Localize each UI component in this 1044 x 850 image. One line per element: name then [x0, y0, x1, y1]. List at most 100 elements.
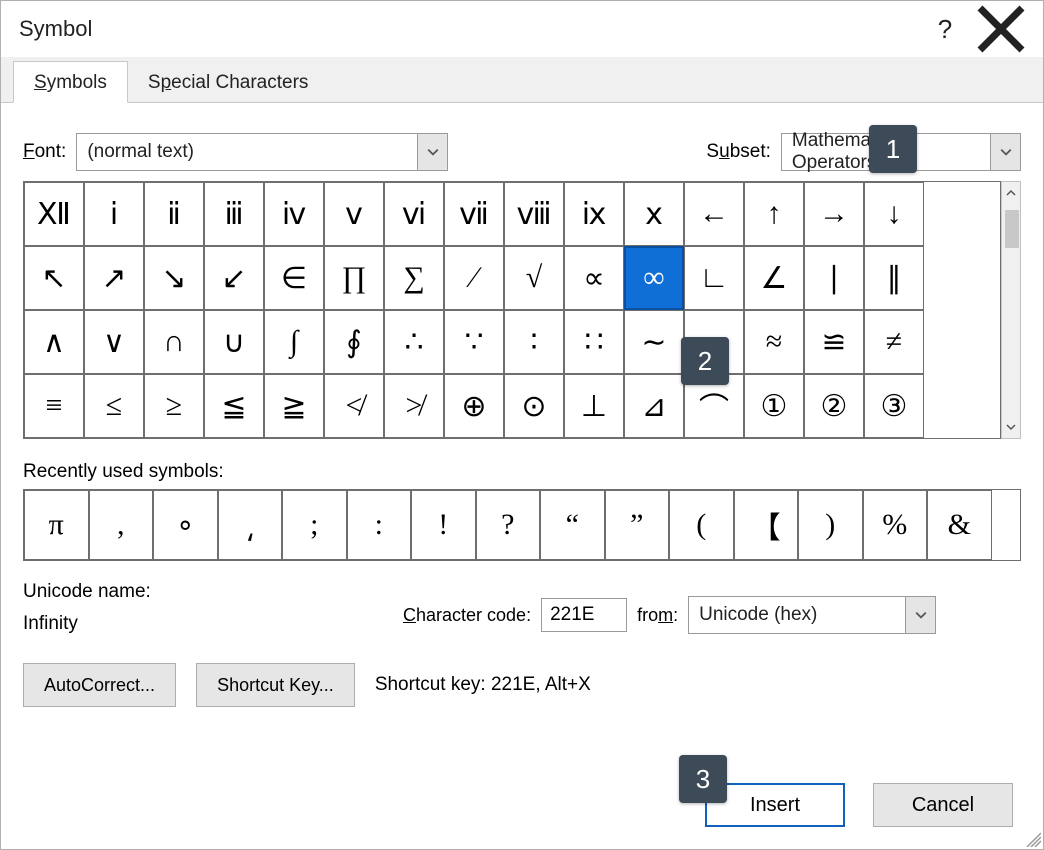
symbol-cell[interactable]: ≦ — [204, 374, 264, 438]
dialog-title: Symbol — [19, 16, 917, 42]
resize-grip[interactable] — [1023, 829, 1041, 847]
font-combo[interactable]: (normal text) — [76, 133, 448, 171]
symbol-cell[interactable]: ↘ — [144, 246, 204, 310]
recent-symbol-cell[interactable]: ( — [669, 490, 734, 560]
cancel-button[interactable]: Cancel — [873, 783, 1013, 827]
symbol-cell[interactable]: ⅴ — [324, 182, 384, 246]
symbol-cell[interactable]: √ — [504, 246, 564, 310]
symbol-cell[interactable]: ⅸ — [564, 182, 624, 246]
symbol-cell[interactable]: ≥ — [144, 374, 204, 438]
symbol-cell[interactable]: ⅳ — [264, 182, 324, 246]
font-dropdown-button[interactable] — [417, 134, 447, 170]
symbol-cell[interactable]: ∝ — [564, 246, 624, 310]
shortcut-key-text: Shortcut key: 221E, Alt+X — [375, 674, 591, 696]
scroll-up-button[interactable] — [1002, 182, 1020, 204]
symbol-cell[interactable]: ⅱ — [144, 182, 204, 246]
symbol-cell[interactable]: ↙ — [204, 246, 264, 310]
symbol-cell[interactable]: ∏ — [324, 246, 384, 310]
symbol-cell[interactable]: ∟ — [684, 246, 744, 310]
symbol-cell[interactable]: ≤ — [84, 374, 144, 438]
symbol-cell[interactable]: ⊿ — [624, 374, 684, 438]
symbol-cell[interactable]: ⅲ — [204, 182, 264, 246]
symbol-cell[interactable]: ↓ — [864, 182, 924, 246]
symbol-cell[interactable]: ⊕ — [444, 374, 504, 438]
symbol-cell[interactable]: ⅵ — [384, 182, 444, 246]
symbol-cell[interactable]: ⅷ — [504, 182, 564, 246]
autocorrect-button[interactable]: AutoCorrect... — [23, 663, 176, 707]
symbol-cell[interactable]: ∼ — [624, 310, 684, 374]
symbol-cell[interactable]: ≯ — [384, 374, 444, 438]
symbol-cell[interactable]: ≧ — [264, 374, 324, 438]
unicode-name-value: Infinity — [23, 613, 403, 635]
subset-dropdown-button[interactable] — [990, 134, 1020, 170]
symbol-cell[interactable]: ∮ — [324, 310, 384, 374]
symbol-cell[interactable]: ∴ — [384, 310, 444, 374]
symbol-cell[interactable]: ∪ — [204, 310, 264, 374]
recent-symbol-cell[interactable]: π — [24, 490, 89, 560]
symbol-cell[interactable]: ∷ — [564, 310, 624, 374]
symbol-cell[interactable]: ⅹ — [624, 182, 684, 246]
from-label: from: — [637, 605, 678, 626]
tab-symbols[interactable]: Symbols — [13, 61, 128, 103]
symbol-grid: Ⅻⅰⅱⅲⅳⅴⅵⅶⅷⅸⅹ←↑→↓ ↖↗↘↙∈∏∑∕√∝∞∟∠∣∥ ∧∨∩∪∫∮∴∵∶∷… — [23, 181, 1001, 439]
symbol-cell[interactable]: ≡ — [24, 374, 84, 438]
symbol-cell[interactable]: ⅰ — [84, 182, 144, 246]
recent-symbol-cell[interactable]: ” — [605, 490, 670, 560]
recent-symbol-cell[interactable]: ⸲ — [218, 490, 283, 560]
scroll-down-button[interactable] — [1002, 416, 1020, 438]
symbol-cell[interactable]: ≈ — [744, 310, 804, 374]
tab-strip: Symbols Special Characters — [1, 57, 1043, 103]
scrollbar[interactable] — [1001, 181, 1021, 439]
recent-symbol-cell[interactable]: : — [347, 490, 412, 560]
symbol-cell[interactable]: ∕ — [444, 246, 504, 310]
recent-symbol-cell[interactable]: % — [863, 490, 928, 560]
character-code-input[interactable] — [541, 598, 627, 632]
symbol-cell[interactable]: ∠ — [744, 246, 804, 310]
symbol-cell[interactable]: ∥ — [864, 246, 924, 310]
recent-symbol-cell[interactable]: 【 — [734, 490, 799, 560]
help-button[interactable]: ? — [917, 1, 973, 57]
symbol-cell[interactable]: ② — [804, 374, 864, 438]
recent-symbol-cell[interactable]: “ — [540, 490, 605, 560]
unicode-name-label: Unicode name: — [23, 581, 403, 603]
from-combo[interactable]: Unicode (hex) — [688, 596, 936, 634]
symbol-cell[interactable]: ≠ — [864, 310, 924, 374]
symbol-cell[interactable]: ③ — [864, 374, 924, 438]
from-dropdown-button[interactable] — [905, 597, 935, 633]
scroll-thumb[interactable] — [1005, 210, 1019, 248]
symbol-cell[interactable]: ⅶ — [444, 182, 504, 246]
symbol-cell[interactable]: ∞ — [624, 246, 684, 310]
symbol-cell[interactable]: ∑ — [384, 246, 444, 310]
symbol-cell[interactable]: ← — [684, 182, 744, 246]
symbol-cell[interactable]: ∣ — [804, 246, 864, 310]
symbol-cell[interactable]: ∫ — [264, 310, 324, 374]
recent-symbol-cell[interactable]: ? — [476, 490, 541, 560]
recent-symbol-cell[interactable]: ; — [282, 490, 347, 560]
recent-symbol-cell[interactable]: & — [927, 490, 992, 560]
symbol-cell[interactable]: → — [804, 182, 864, 246]
symbol-cell[interactable]: ↗ — [84, 246, 144, 310]
symbol-cell[interactable]: ∈ — [264, 246, 324, 310]
symbol-cell[interactable]: ⊙ — [504, 374, 564, 438]
recent-symbol-cell[interactable]: ) — [798, 490, 863, 560]
shortcut-key-button[interactable]: Shortcut Key... — [196, 663, 355, 707]
symbol-cell[interactable]: ⊥ — [564, 374, 624, 438]
symbol-cell[interactable]: ∩ — [144, 310, 204, 374]
close-button[interactable] — [973, 1, 1029, 57]
symbol-cell[interactable]: ∵ — [444, 310, 504, 374]
symbol-cell[interactable]: ∨ — [84, 310, 144, 374]
recent-symbol-cell[interactable]: ∘ — [153, 490, 218, 560]
symbol-cell[interactable]: ∶ — [504, 310, 564, 374]
symbol-cell[interactable]: ① — [744, 374, 804, 438]
symbol-cell[interactable]: ≌ — [804, 310, 864, 374]
callout-1: 1 — [869, 125, 917, 173]
from-value: Unicode (hex) — [689, 604, 905, 626]
symbol-cell[interactable]: ↖ — [24, 246, 84, 310]
symbol-cell[interactable]: Ⅻ — [24, 182, 84, 246]
symbol-cell[interactable]: ∧ — [24, 310, 84, 374]
symbol-cell[interactable]: ≮ — [324, 374, 384, 438]
symbol-cell[interactable]: ↑ — [744, 182, 804, 246]
recent-symbol-cell[interactable]: ! — [411, 490, 476, 560]
tab-special-characters[interactable]: Special Characters — [128, 62, 329, 102]
recent-symbol-cell[interactable]: , — [89, 490, 154, 560]
